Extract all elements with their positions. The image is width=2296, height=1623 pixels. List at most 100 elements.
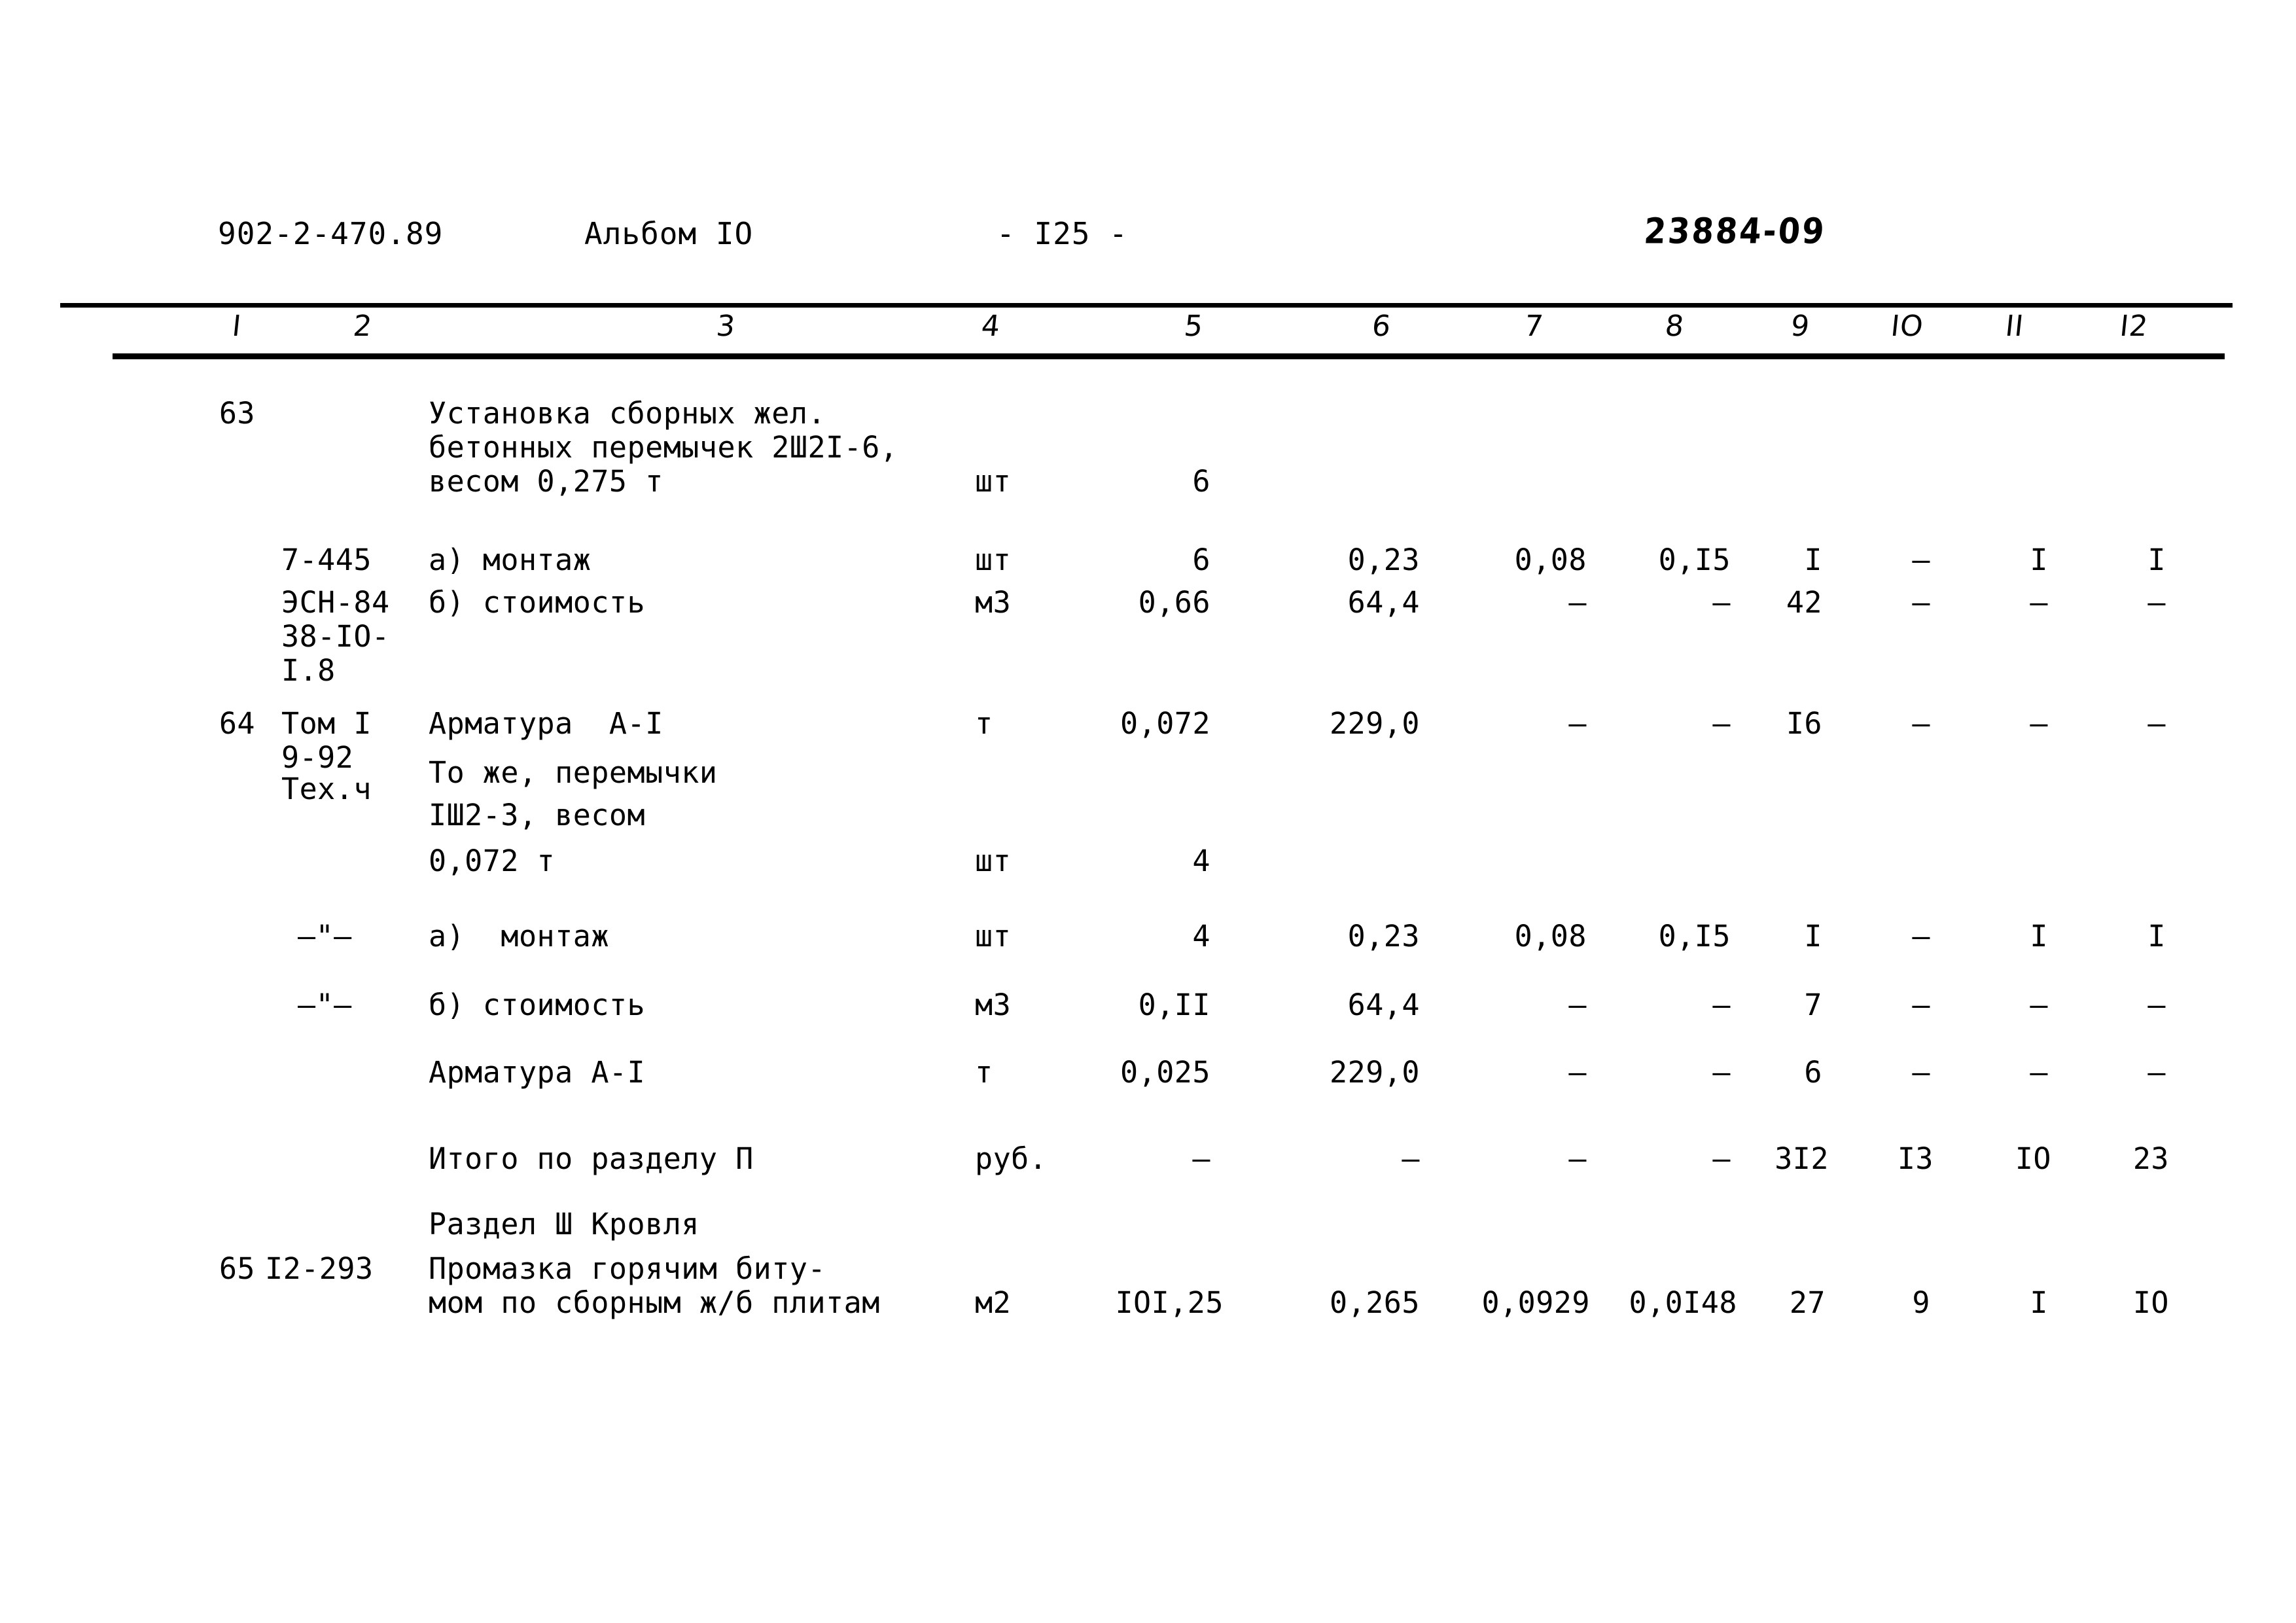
- row-number: 64: [219, 706, 255, 741]
- row-description: бетонных перемычек 2Ш2I-6,: [429, 430, 898, 465]
- row-col10: –: [1912, 706, 1930, 741]
- row-col5: –: [1192, 1141, 1210, 1176]
- column-header-4: 4: [980, 310, 1002, 343]
- row-col8: –: [1712, 1055, 1731, 1090]
- page-number: - I25 -: [997, 216, 1128, 251]
- row-col7: 0,08: [1514, 543, 1587, 577]
- row-description: Арматура А-I: [429, 706, 663, 741]
- row-col11: –: [2030, 988, 2048, 1022]
- archive-stamp: 23884-09: [1642, 211, 1828, 252]
- row-col11: –: [2030, 585, 2048, 620]
- row-col10: –: [1912, 543, 1930, 577]
- row-description: б) стоимость: [429, 585, 646, 620]
- row-col10: –: [1912, 919, 1930, 954]
- column-header-3: 3: [715, 310, 737, 343]
- row-col5: 0,66: [1138, 585, 1210, 620]
- column-header-12: I2: [2118, 310, 2150, 343]
- row-col8: –: [1712, 1141, 1731, 1176]
- column-header-6: 6: [1370, 310, 1393, 343]
- column-header-5: 5: [1182, 310, 1205, 343]
- row-col11: –: [2030, 1055, 2048, 1090]
- row-col8: –: [1712, 706, 1731, 741]
- row-description: а) монтаж: [429, 543, 592, 577]
- row-col10: 9: [1912, 1285, 1930, 1320]
- row-unit: шт: [975, 919, 1012, 954]
- row-col9: 42: [1786, 585, 1822, 620]
- row-col6: –: [1402, 1141, 1420, 1176]
- row-col12: –: [2147, 585, 2166, 620]
- row-col12: –: [2147, 988, 2166, 1022]
- row-col10: –: [1912, 1055, 1930, 1090]
- row-col9: I6: [1786, 706, 1822, 741]
- row-description: То же, перемычки: [429, 755, 718, 790]
- row-col5: 0,072: [1120, 706, 1210, 741]
- row-col8: 0,I5: [1658, 543, 1731, 577]
- section-total-label: Итого по разделу П: [429, 1141, 754, 1176]
- row-col5: 0,025: [1120, 1055, 1210, 1090]
- column-header-10: IO: [1889, 310, 1926, 343]
- row-col7: 0,08: [1514, 919, 1587, 954]
- row-col6: 0,23: [1347, 543, 1420, 577]
- row-description: Арматура А-I: [429, 1055, 646, 1090]
- row-unit: шт: [975, 464, 1012, 499]
- row-code-extra: 38-IO-: [281, 619, 390, 654]
- row-code: –"–: [298, 919, 352, 954]
- row-col6: 0,23: [1347, 919, 1420, 954]
- album-label: Альбом IO: [584, 216, 754, 251]
- row-description: а) монтаж: [429, 919, 609, 954]
- row-unit: м3: [975, 585, 1012, 620]
- row-col11: IO: [2015, 1141, 2051, 1176]
- row-col5: 4: [1192, 844, 1210, 878]
- document-header: 902-2-470.89 Альбом IO - I25 - 23884-09: [0, 211, 2296, 262]
- row-code-extra: I.8: [281, 653, 336, 688]
- row-description: б) стоимость: [429, 988, 646, 1022]
- row-unit: руб.: [975, 1141, 1048, 1176]
- document-page: 902-2-470.89 Альбом IO - I25 - 23884-09 …: [0, 0, 2296, 1623]
- row-col7: –: [1568, 706, 1587, 741]
- column-header-1: I: [230, 310, 243, 343]
- row-unit: т: [975, 1055, 993, 1090]
- row-col12: –: [2147, 1055, 2166, 1090]
- row-col5: 6: [1192, 464, 1210, 499]
- column-header-7: 7: [1523, 310, 1545, 343]
- row-col8: –: [1712, 585, 1731, 620]
- row-description: Установка сборных жел.: [429, 396, 826, 431]
- row-col5: 4: [1192, 919, 1210, 954]
- row-col8: –: [1712, 988, 1731, 1022]
- row-col9: 3I2: [1775, 1141, 1829, 1176]
- row-unit: т: [975, 706, 993, 741]
- row-description: Промазка горячим биту-: [429, 1251, 826, 1286]
- row-col11: I: [2030, 543, 2048, 577]
- row-col6: 64,4: [1347, 585, 1420, 620]
- row-col8: 0,I5: [1658, 919, 1731, 954]
- row-col5: 0,II: [1138, 988, 1210, 1022]
- row-unit: шт: [975, 844, 1012, 878]
- row-unit: шт: [975, 543, 1012, 577]
- row-col8: 0,0I48: [1629, 1285, 1737, 1320]
- row-col5: IOI,25: [1115, 1285, 1224, 1320]
- row-col10: –: [1912, 585, 1930, 620]
- row-number: 63: [219, 396, 255, 431]
- row-col11: –: [2030, 706, 2048, 741]
- column-header-2: 2: [351, 310, 374, 343]
- row-col10: –: [1912, 988, 1930, 1022]
- row-description: IШ2-3, весом: [429, 798, 646, 832]
- row-col7: –: [1568, 1141, 1587, 1176]
- section-heading: Раздел Ш Кровля: [429, 1207, 699, 1241]
- row-col11: I: [2030, 1285, 2048, 1320]
- row-col12: I: [2147, 543, 2166, 577]
- row-col9: 7: [1804, 988, 1822, 1022]
- row-code: –"–: [298, 988, 352, 1022]
- row-col6: 229,0: [1330, 706, 1420, 741]
- table-header-rule: [113, 353, 2225, 359]
- row-number: 65: [219, 1251, 255, 1286]
- row-unit: м2: [975, 1285, 1012, 1320]
- column-header-9: 9: [1789, 310, 1812, 343]
- row-col7: –: [1568, 988, 1587, 1022]
- row-col9: 6: [1804, 1055, 1822, 1090]
- row-col7: –: [1568, 1055, 1587, 1090]
- row-col9: I: [1804, 543, 1822, 577]
- table-top-rule: [60, 303, 2233, 308]
- column-header-8: 8: [1663, 310, 1686, 343]
- row-col12: –: [2147, 706, 2166, 741]
